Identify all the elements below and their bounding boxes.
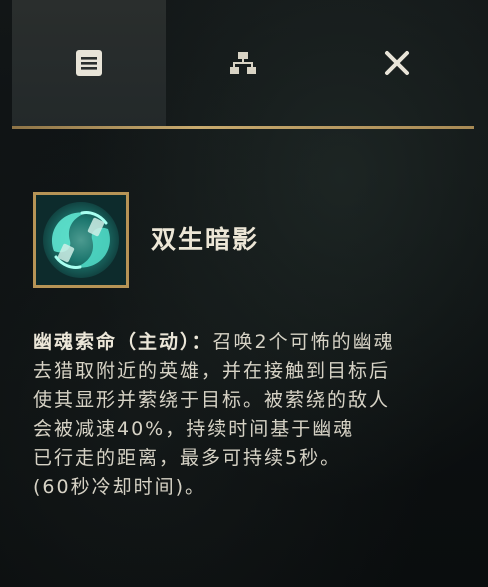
description-line-1: 幽魂索命（主动）：召唤2个可怖的幽魂 [33, 328, 463, 357]
description-line-6: (60秒冷却时间)。 [33, 476, 207, 498]
ability-tooltip-panel: 双生暗影 幽魂索命（主动）：召唤2个可怖的幽魂 去猎取附近的英雄，并在接触到目标… [0, 0, 488, 587]
description-line-2: 去猎取附近的英雄，并在接触到目标后 [33, 360, 391, 382]
description-heading: 幽魂索命（主动）： [33, 331, 213, 353]
description-line-3: 使其显形并萦绕于目标。被萦绕的敌人 [33, 389, 391, 411]
description-line-4: 会被减速40%，持续时间基于幽魂 [33, 418, 355, 440]
tab-skill-tree[interactable] [166, 0, 320, 126]
description-line-5: 已行走的距离，最多可持续5秒。 [33, 447, 342, 469]
description-line-1-text: 召唤2个可怖的幽魂 [212, 331, 395, 353]
close-button[interactable] [320, 0, 474, 126]
ability-description: 幽魂索命（主动）：召唤2个可怖的幽魂 去猎取附近的英雄，并在接触到目标后 使其显… [33, 328, 463, 502]
document-lines-icon [74, 48, 104, 78]
twin-shadow-ability-icon [33, 192, 129, 288]
tab-underline-divider [12, 126, 474, 129]
close-icon [383, 49, 411, 77]
tab-bar [12, 0, 474, 130]
tab-description[interactable] [12, 0, 166, 126]
ability-name: 双生暗影 [151, 225, 260, 254]
hierarchy-tree-icon [228, 48, 258, 78]
